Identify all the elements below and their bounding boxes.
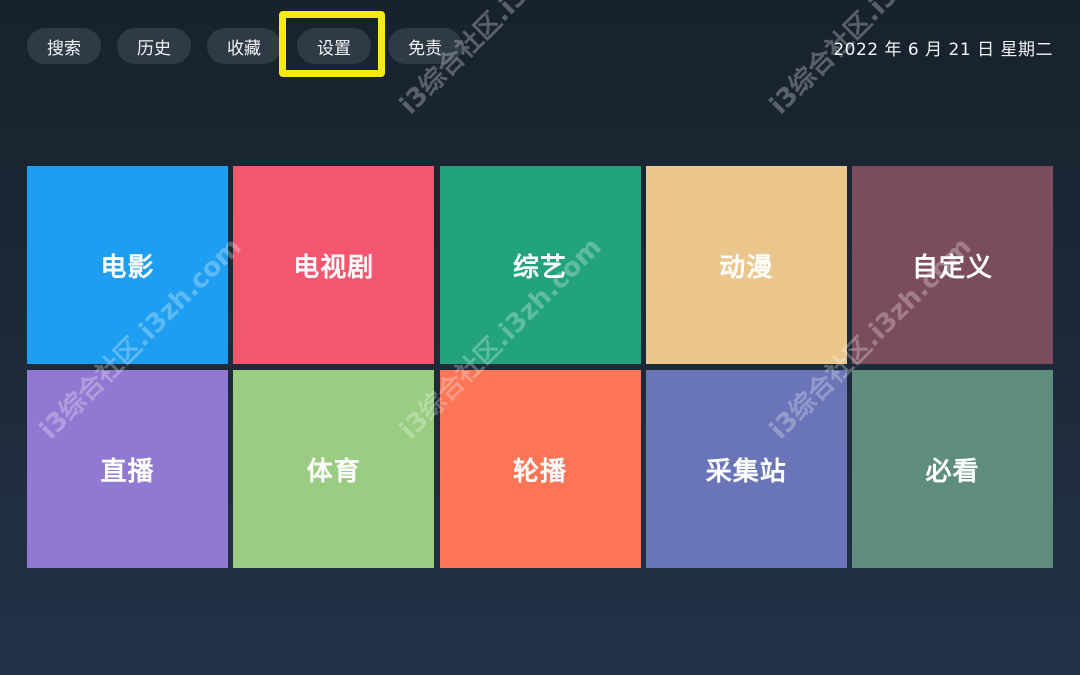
top-bar: 搜索 历史 收藏 设置 免责 2022 年 6 月 21 日 星期二 (0, 0, 1080, 95)
tile-must-watch[interactable]: 必看 (852, 370, 1053, 568)
search-button[interactable]: 搜索 (27, 28, 101, 64)
date-display: 2022 年 6 月 21 日 星期二 (833, 40, 1053, 60)
tile-label: 轮播 (512, 456, 567, 487)
tile-carousel[interactable]: 轮播 (439, 370, 641, 568)
tile-tv-series[interactable]: 电视剧 (233, 166, 435, 364)
tile-movies[interactable]: 电影 (27, 166, 228, 364)
favorites-button[interactable]: 收藏 (207, 28, 281, 64)
tile-sports[interactable]: 体育 (233, 370, 435, 568)
disclaimer-button[interactable]: 免责 (388, 28, 462, 64)
tile-anime[interactable]: 动漫 (645, 166, 847, 364)
tile-label: 电影 (100, 252, 155, 283)
history-button[interactable]: 历史 (117, 28, 191, 64)
tile-label: 直播 (100, 456, 155, 487)
tile-label: 综艺 (512, 252, 567, 283)
tile-variety[interactable]: 综艺 (439, 166, 641, 364)
tile-live[interactable]: 直播 (27, 370, 228, 568)
tile-label: 必看 (925, 456, 980, 487)
tile-label: 自定义 (911, 252, 993, 283)
tile-custom[interactable]: 自定义 (852, 166, 1053, 364)
settings-button[interactable]: 设置 (297, 28, 371, 64)
tile-label: 动漫 (719, 252, 774, 283)
tile-collection-sites[interactable]: 采集站 (645, 370, 847, 568)
tile-label: 体育 (306, 456, 361, 487)
category-grid: 电影 电视剧 综艺 动漫 自定义 直播 体育 轮播 采集站 必看 (27, 166, 1053, 568)
tile-label: 采集站 (705, 456, 787, 487)
tile-label: 电视剧 (293, 252, 375, 283)
